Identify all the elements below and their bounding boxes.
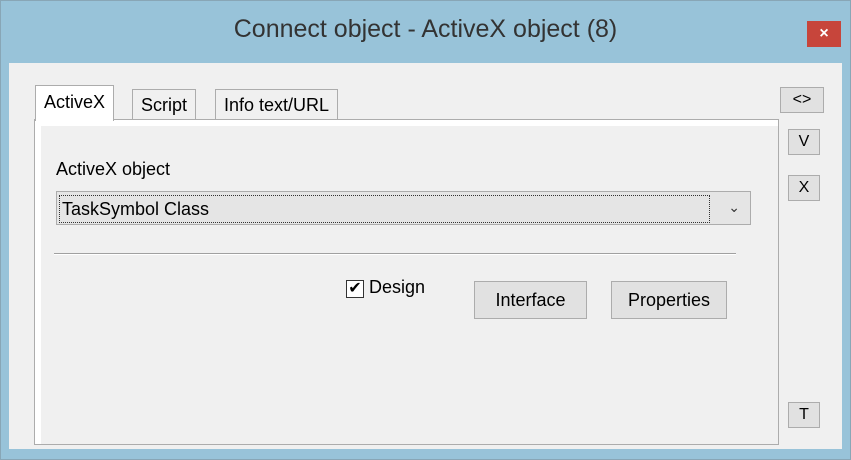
interface-button[interactable]: Interface xyxy=(474,281,587,319)
tab-activex[interactable]: ActiveX xyxy=(35,85,115,121)
window-title: Connect object - ActiveX object (8) xyxy=(233,15,618,43)
tab-script[interactable]: Script xyxy=(132,89,197,119)
cancel-button[interactable]: X xyxy=(788,175,820,201)
design-checkbox-label[interactable]: Design xyxy=(369,277,425,298)
tab-info-text-url[interactable]: Info text/URL xyxy=(215,89,339,119)
ok-button[interactable]: V xyxy=(788,129,820,155)
activex-object-value: TaskSymbol Class xyxy=(59,195,710,223)
design-checkbox[interactable]: ✔ xyxy=(346,280,364,298)
properties-button[interactable]: Properties xyxy=(611,281,727,319)
chevron-down-icon: ⌄ xyxy=(728,199,740,215)
dialog-client: ActiveX Script Info text/URL ActiveX obj… xyxy=(9,63,842,449)
activex-object-dropdown[interactable]: TaskSymbol Class ⌄ xyxy=(56,191,751,225)
checkmark-icon: ✔ xyxy=(348,280,362,297)
activex-object-label: ActiveX object xyxy=(56,159,171,179)
dialog-window: Connect object - ActiveX object (8) × Ac… xyxy=(0,0,851,460)
expand-button[interactable]: <> xyxy=(780,87,824,113)
title-bar[interactable]: Connect object - ActiveX object (8) × xyxy=(1,1,850,61)
separator xyxy=(54,253,736,255)
t-button[interactable]: T xyxy=(788,402,820,428)
close-button[interactable]: × xyxy=(807,21,841,47)
